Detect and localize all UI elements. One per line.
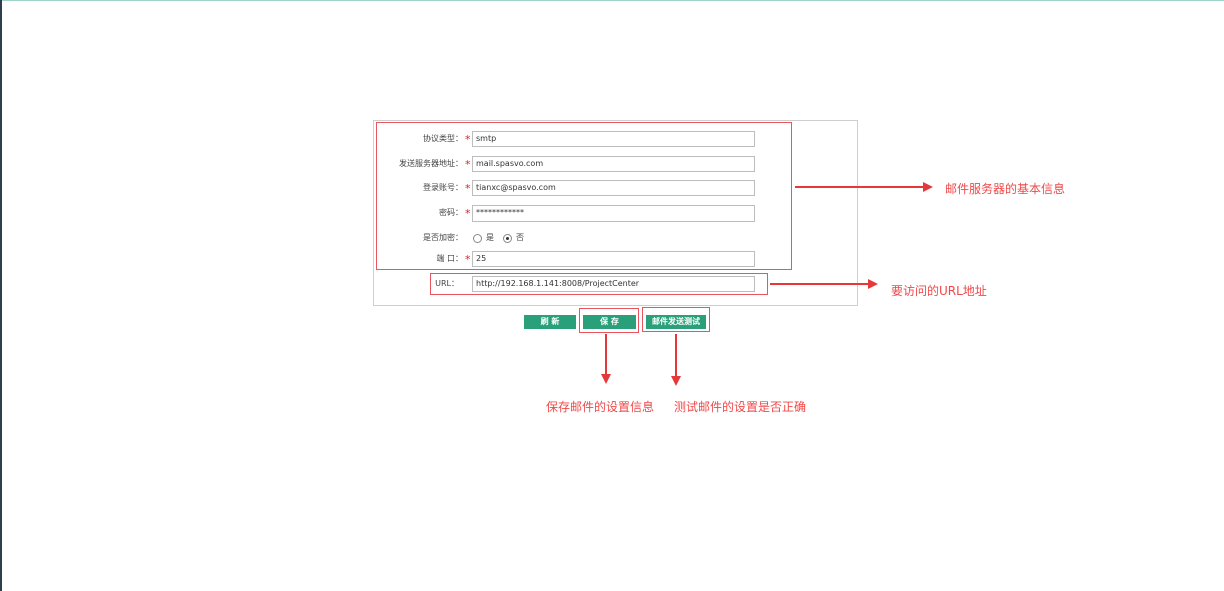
server-label: 发送服务器地址：	[399, 159, 463, 168]
password-row: 密码： * ************	[373, 204, 773, 222]
password-label: 密码：	[439, 208, 463, 217]
server-input[interactable]: mail.spasvo.com	[472, 156, 755, 172]
top-border-line	[0, 0, 1224, 1]
port-input[interactable]: 25	[472, 251, 755, 267]
test-note: 测试邮件的设置是否正确	[674, 400, 807, 414]
account-label: 登录账号：	[423, 183, 463, 192]
encrypt-yes-label: 是	[486, 233, 494, 242]
required-mark: *	[465, 207, 471, 220]
server-row: 发送服务器地址： * mail.spasvo.com	[373, 155, 773, 173]
mail-test-button[interactable]: 邮件发送测试	[646, 315, 706, 329]
test-arrow-head	[671, 376, 681, 386]
url-label: URL：	[435, 279, 459, 288]
server-info-note: 邮件服务器的基本信息	[945, 182, 1066, 196]
required-mark: *	[465, 158, 471, 171]
encrypt-yes-radio[interactable]	[473, 234, 482, 243]
password-input[interactable]: ************	[472, 205, 755, 222]
encrypt-label: 是否加密：	[423, 233, 463, 242]
server-info-arrow-head	[923, 182, 933, 192]
protocol-input[interactable]: smtp	[472, 131, 755, 147]
left-sidebar-edge	[0, 0, 2, 591]
test-arrow-line	[675, 334, 677, 378]
save-note: 保存邮件的设置信息	[546, 400, 655, 414]
save-button[interactable]: 保 存	[583, 315, 636, 329]
required-mark: *	[465, 133, 471, 146]
url-row: URL： http://192.168.1.141:8008/ProjectCe…	[373, 275, 773, 293]
encrypt-no-radio[interactable]	[503, 234, 512, 243]
port-label: 端 口：	[436, 254, 463, 263]
url-note: 要访问的URL地址	[891, 284, 987, 298]
url-arrow-line	[770, 283, 870, 285]
required-mark: *	[465, 253, 471, 266]
account-input[interactable]: tianxc@spasvo.com	[472, 180, 755, 196]
url-arrow-head	[868, 279, 878, 289]
account-row: 登录账号： * tianxc@spasvo.com	[373, 179, 773, 197]
server-info-arrow-line	[795, 186, 925, 188]
refresh-button[interactable]: 刷 新	[524, 315, 576, 329]
encrypt-row: 是否加密： 是 否	[373, 229, 773, 247]
required-mark: *	[465, 182, 471, 195]
port-row: 端 口： * 25	[373, 250, 773, 268]
save-arrow-line	[605, 334, 607, 376]
url-input[interactable]: http://192.168.1.141:8008/ProjectCenter	[472, 276, 755, 292]
encrypt-no-label: 否	[516, 233, 524, 242]
save-arrow-head	[601, 374, 611, 384]
protocol-row: 协议类型： * smtp	[373, 130, 773, 148]
protocol-label: 协议类型：	[423, 134, 463, 143]
